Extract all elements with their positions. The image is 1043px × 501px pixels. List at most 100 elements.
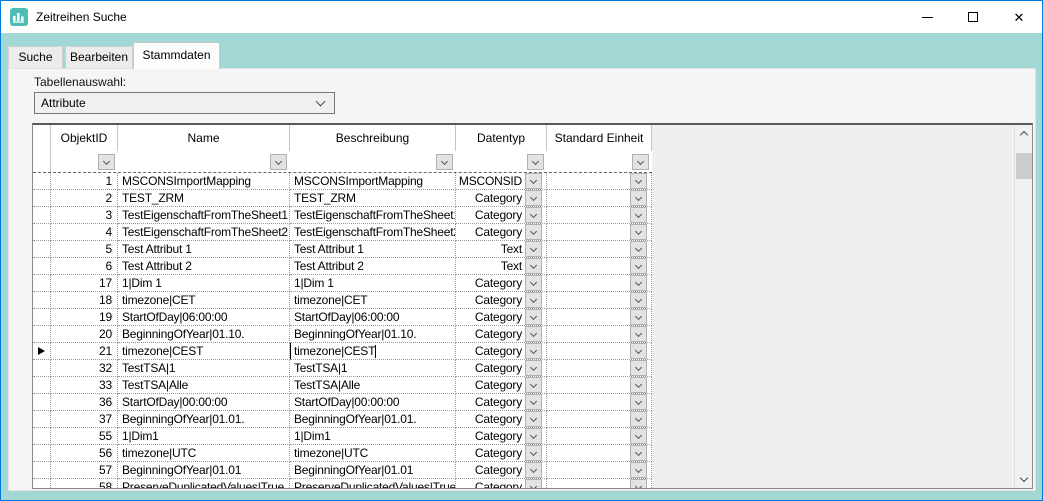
cell-name[interactable]: TestEigenschaftFromTheSheet1 — [118, 207, 290, 224]
cell-datentyp[interactable]: MSCONSID — [456, 173, 547, 190]
cell-objektid[interactable]: 33 — [51, 377, 118, 394]
cell-standard-einheit-dropdown[interactable] — [630, 241, 647, 257]
cell-standard-einheit[interactable] — [547, 462, 652, 479]
cell-name[interactable]: StartOfDay|00:00:00 — [118, 394, 290, 411]
cell-datentyp[interactable]: Category — [456, 394, 547, 411]
cell-name[interactable]: timezone|CEST — [118, 343, 290, 360]
tab-stammdaten[interactable]: Stammdaten — [133, 42, 220, 69]
cell-standard-einheit-dropdown[interactable] — [630, 411, 647, 427]
cell-standard-einheit-dropdown[interactable] — [630, 394, 647, 410]
cell-datentyp-dropdown[interactable] — [525, 411, 542, 427]
scroll-down-button[interactable] — [1015, 471, 1033, 488]
cell-objektid[interactable]: 2 — [51, 190, 118, 207]
cell-datentyp[interactable]: Category — [456, 292, 547, 309]
row-header-cell[interactable] — [33, 411, 51, 428]
row-header-cell[interactable] — [33, 309, 51, 326]
row-header-cell[interactable] — [33, 224, 51, 241]
cell-standard-einheit[interactable] — [547, 445, 652, 462]
cell-name[interactable]: BeginningOfYear|01.10. — [118, 326, 290, 343]
cell-name[interactable]: BeginningOfYear|01.01. — [118, 411, 290, 428]
cell-datentyp[interactable]: Category — [456, 275, 547, 292]
cell-standard-einheit[interactable] — [547, 411, 652, 428]
cell-datentyp[interactable]: Category — [456, 326, 547, 343]
cell-datentyp[interactable]: Category — [456, 411, 547, 428]
cell-name[interactable]: Test Attribut 2 — [118, 258, 290, 275]
cell-standard-einheit-dropdown[interactable] — [630, 190, 647, 206]
cell-objektid[interactable]: 32 — [51, 360, 118, 377]
cell-beschreibung[interactable]: BeginningOfYear|01.01 — [290, 462, 456, 479]
row-header-cell[interactable] — [33, 258, 51, 275]
cell-name[interactable]: MSCONSImportMapping — [118, 173, 290, 190]
row-header-cell[interactable] — [33, 462, 51, 479]
cell-name[interactable]: 1|Dim1 — [118, 428, 290, 445]
cell-standard-einheit[interactable] — [547, 479, 652, 488]
cell-standard-einheit-dropdown[interactable] — [630, 428, 647, 444]
tab-bearbeiten[interactable]: Bearbeiten — [65, 46, 133, 69]
cell-objektid[interactable]: 1 — [51, 173, 118, 190]
cell-datentyp-dropdown[interactable] — [525, 394, 542, 410]
cell-datentyp-dropdown[interactable] — [525, 428, 542, 444]
cell-beschreibung[interactable]: TestTSA|1 — [290, 360, 456, 377]
cell-datentyp[interactable]: Category — [456, 428, 547, 445]
cell-standard-einheit[interactable] — [547, 173, 652, 190]
maximize-button[interactable] — [950, 1, 996, 33]
column-header-beschreibung[interactable]: Beschreibung — [290, 125, 456, 151]
cell-datentyp-dropdown[interactable] — [525, 462, 542, 478]
cell-standard-einheit-dropdown[interactable] — [630, 258, 647, 274]
cell-beschreibung[interactable]: MSCONSImportMapping — [290, 173, 456, 190]
column-header-datentyp[interactable]: Datentyp — [456, 125, 547, 151]
cell-datentyp-dropdown[interactable] — [525, 445, 542, 461]
cell-datentyp[interactable]: Text — [456, 241, 547, 258]
cell-name[interactable]: Test Attribut 1 — [118, 241, 290, 258]
cell-datentyp[interactable]: Category — [456, 224, 547, 241]
cell-beschreibung[interactable]: timezone|CET — [290, 292, 456, 309]
cell-beschreibung[interactable]: BeginningOfYear|01.01. — [290, 411, 456, 428]
row-header-cell[interactable] — [33, 479, 51, 488]
cell-standard-einheit[interactable] — [547, 258, 652, 275]
row-header-cell[interactable] — [33, 428, 51, 445]
close-button[interactable]: ✕ — [996, 1, 1042, 33]
cell-beschreibung[interactable]: timezone|UTC — [290, 445, 456, 462]
cell-name[interactable]: TestTSA|Alle — [118, 377, 290, 394]
cell-objektid[interactable]: 21 — [51, 343, 118, 360]
vertical-scrollbar[interactable] — [1014, 125, 1032, 488]
cell-datentyp[interactable]: Text — [456, 258, 547, 275]
cell-datentyp-dropdown[interactable] — [525, 479, 542, 488]
cell-objektid[interactable]: 19 — [51, 309, 118, 326]
cell-objektid[interactable]: 18 — [51, 292, 118, 309]
cell-standard-einheit[interactable] — [547, 343, 652, 360]
cell-standard-einheit[interactable] — [547, 224, 652, 241]
cell-standard-einheit[interactable] — [547, 190, 652, 207]
cell-datentyp-dropdown[interactable] — [525, 292, 542, 308]
cell-objektid[interactable]: 37 — [51, 411, 118, 428]
cell-objektid[interactable]: 36 — [51, 394, 118, 411]
cell-standard-einheit[interactable] — [547, 241, 652, 258]
cell-beschreibung[interactable]: Test Attribut 2 — [290, 258, 456, 275]
cell-standard-einheit-dropdown[interactable] — [630, 224, 647, 240]
cell-edit-box[interactable]: timezone|CEST — [290, 343, 456, 360]
cell-datentyp-dropdown[interactable] — [525, 207, 542, 223]
cell-datentyp[interactable]: Category — [456, 479, 547, 488]
cell-datentyp[interactable]: Category — [456, 377, 547, 394]
cell-datentyp-dropdown[interactable] — [525, 275, 542, 291]
cell-standard-einheit[interactable] — [547, 326, 652, 343]
row-header-cell[interactable] — [33, 445, 51, 462]
row-header-cell[interactable] — [33, 377, 51, 394]
cell-standard-einheit-dropdown[interactable] — [630, 343, 647, 359]
cell-standard-einheit[interactable] — [547, 309, 652, 326]
cell-objektid[interactable]: 58 — [51, 479, 118, 488]
cell-name[interactable]: TEST_ZRM — [118, 190, 290, 207]
cell-standard-einheit[interactable] — [547, 394, 652, 411]
cell-objektid[interactable]: 56 — [51, 445, 118, 462]
column-header-name[interactable]: Name — [118, 125, 290, 151]
cell-beschreibung[interactable]: StartOfDay|00:00:00 — [290, 394, 456, 411]
cell-standard-einheit[interactable] — [547, 207, 652, 224]
cell-standard-einheit-dropdown[interactable] — [630, 207, 647, 223]
cell-objektid[interactable]: 3 — [51, 207, 118, 224]
filter-beschreibung-dropdown[interactable] — [436, 154, 453, 170]
cell-objektid[interactable]: 5 — [51, 241, 118, 258]
cell-standard-einheit-dropdown[interactable] — [630, 445, 647, 461]
cell-standard-einheit-dropdown[interactable] — [630, 462, 647, 478]
row-header-cell[interactable] — [33, 394, 51, 411]
cell-datentyp[interactable]: Category — [456, 360, 547, 377]
